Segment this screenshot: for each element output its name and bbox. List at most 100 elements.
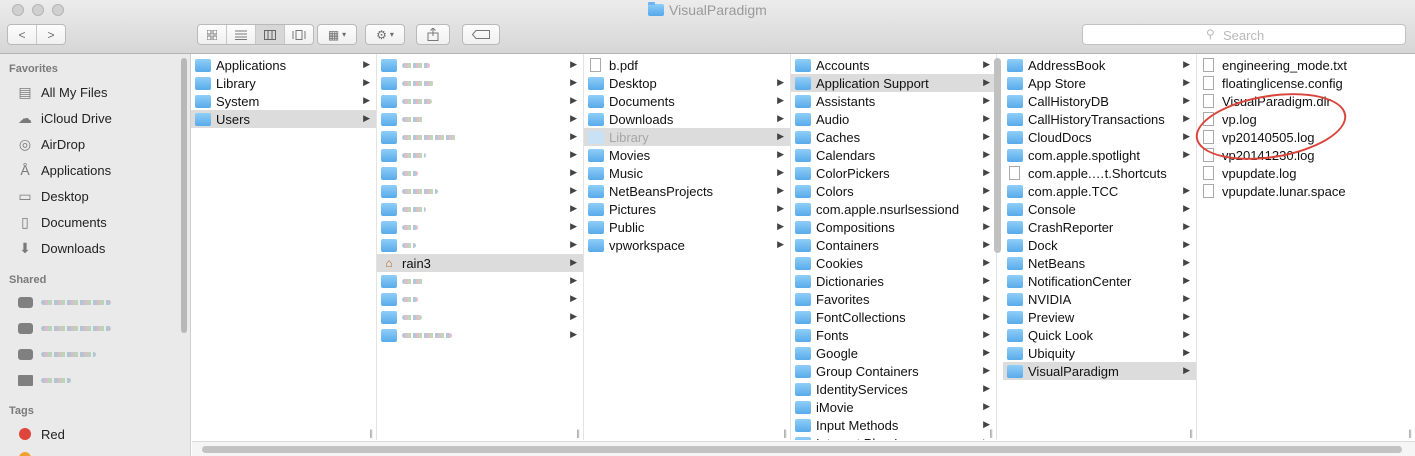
search-field[interactable]: ⚲ Search (1082, 24, 1406, 45)
list-item[interactable]: Application Support ▶ (791, 74, 996, 92)
list-item[interactable]: CloudDocs ▶ (1003, 128, 1196, 146)
list-item[interactable]: vpupdate.lunar.space (1197, 182, 1415, 200)
column-resize-handle[interactable]: || (576, 428, 580, 438)
column-resize-handle[interactable]: || (1189, 428, 1193, 438)
list-item[interactable]: Pictures ▶ (584, 200, 790, 218)
list-item[interactable]: ▶ (377, 164, 583, 182)
list-item[interactable]: com.apple.TCC ▶ (1003, 182, 1196, 200)
list-item[interactable]: iMovie ▶ (791, 398, 996, 416)
list-item[interactable]: Accounts ▶ (791, 56, 996, 74)
list-item[interactable]: Internet Plug-Ins▶ (791, 434, 996, 440)
list-item[interactable]: NotificationCenter ▶ (1003, 272, 1196, 290)
list-item[interactable]: Quick Look ▶ (1003, 326, 1196, 344)
list-item[interactable]: IdentityServices ▶ (791, 380, 996, 398)
list-item[interactable]: Library ▶ (191, 74, 376, 92)
list-item[interactable]: Group Containers ▶ (791, 362, 996, 380)
list-item[interactable]: NetBeans ▶ (1003, 254, 1196, 272)
list-item[interactable]: Containers ▶ (791, 236, 996, 254)
share-button[interactable] (416, 24, 450, 45)
list-item[interactable]: Favorites ▶ (791, 290, 996, 308)
list-item[interactable]: ▶ (377, 308, 583, 326)
list-item[interactable]: Console ▶ (1003, 200, 1196, 218)
list-item[interactable]: Dock ▶ (1003, 236, 1196, 254)
sidebar-item-documents[interactable]: ▯ Documents (16, 210, 107, 234)
list-item[interactable]: com.apple.nsurlsessiond ▶ (791, 200, 996, 218)
list-item[interactable]: Preview ▶ (1003, 308, 1196, 326)
arrange-button[interactable]: ▦ ▾ (317, 24, 357, 45)
list-item[interactable]: ▶ (377, 200, 583, 218)
list-item[interactable]: Assistants ▶ (791, 92, 996, 110)
list-item[interactable]: Input Methods ▶ (791, 416, 996, 434)
list-item[interactable]: Compositions ▶ (791, 218, 996, 236)
list-item[interactable]: Colors ▶ (791, 182, 996, 200)
list-item[interactable]: ⌂ rain3 ▶ (377, 254, 583, 272)
list-item[interactable]: FontCollections ▶ (791, 308, 996, 326)
list-item[interactable]: ▶ (377, 110, 583, 128)
sidebar-shared-item[interactable] (16, 342, 96, 366)
library-column-scrollbar[interactable] (994, 58, 1001, 253)
list-item[interactable]: ▶ (377, 218, 583, 236)
list-item[interactable]: CrashReporter ▶ (1003, 218, 1196, 236)
list-item[interactable]: b.pdf (584, 56, 790, 74)
list-item[interactable]: ▶ (377, 236, 583, 254)
list-item[interactable]: Downloads ▶ (584, 110, 790, 128)
sidebar-item-desktop[interactable]: ▭ Desktop (16, 184, 88, 208)
list-item[interactable]: ▶ (377, 272, 583, 290)
list-item[interactable]: Google ▶ (791, 344, 996, 362)
list-item[interactable]: NVIDIA ▶ (1003, 290, 1196, 308)
column-view-button[interactable] (256, 25, 285, 44)
sidebar-shared-item[interactable] (16, 368, 71, 392)
list-item[interactable]: Desktop ▶ (584, 74, 790, 92)
sidebar-item-all-my-files[interactable]: ▤ All My Files (16, 80, 107, 104)
list-item[interactable]: CallHistoryTransactions ▶ (1003, 110, 1196, 128)
list-item[interactable]: ▶ (377, 128, 583, 146)
sidebar-item-airdrop[interactable]: ◎ AirDrop (16, 132, 85, 156)
column-resize-handle[interactable]: || (989, 428, 993, 438)
sidebar-scrollbar[interactable] (181, 58, 187, 333)
list-item[interactable]: ▶ (377, 146, 583, 164)
list-item[interactable]: ▶ (377, 92, 583, 110)
list-item[interactable]: Public ▶ (584, 218, 790, 236)
list-item[interactable]: com.apple.spotlight ▶ (1003, 146, 1196, 164)
horizontal-scrollbar[interactable] (192, 441, 1415, 456)
list-item[interactable]: Calendars ▶ (791, 146, 996, 164)
column-resize-handle[interactable]: || (783, 428, 787, 438)
sidebar-item-downloads[interactable]: ⬇ Downloads (16, 236, 105, 260)
list-item[interactable]: Caches ▶ (791, 128, 996, 146)
back-button[interactable]: < (8, 25, 37, 44)
list-item[interactable]: floatinglicense.config (1197, 74, 1415, 92)
cover-flow-view-button[interactable] (285, 25, 313, 44)
list-item[interactable]: ▶ (377, 74, 583, 92)
list-item[interactable]: Applications ▶ (191, 56, 376, 74)
list-item[interactable]: Audio ▶ (791, 110, 996, 128)
sidebar-shared-item[interactable] (16, 316, 111, 340)
zoom-window-button[interactable] (52, 4, 64, 16)
list-item[interactable]: ▶ (377, 182, 583, 200)
sidebar-tag-red[interactable]: Red (16, 422, 65, 446)
column-resize-handle[interactable]: || (1408, 428, 1412, 438)
list-item[interactable]: App Store ▶ (1003, 74, 1196, 92)
list-item[interactable]: System ▶ (191, 92, 376, 110)
list-item[interactable]: VisualParadigm ▶ (1003, 362, 1196, 380)
list-item[interactable]: NetBeansProjects ▶ (584, 182, 790, 200)
action-button[interactable]: ⚙ ▾ (365, 24, 405, 45)
list-item[interactable]: Dictionaries ▶ (791, 272, 996, 290)
list-view-button[interactable] (227, 25, 256, 44)
edit-tags-button[interactable] (462, 24, 500, 45)
sidebar-item-icloud-drive[interactable]: ☁ iCloud Drive (16, 106, 112, 130)
list-item[interactable]: Library ▶ (584, 128, 790, 146)
forward-button[interactable]: > (37, 25, 65, 44)
list-item[interactable]: ▶ (377, 290, 583, 308)
close-window-button[interactable] (12, 4, 24, 16)
column-resize-handle[interactable]: || (369, 428, 373, 438)
list-item[interactable]: ▶ (377, 326, 583, 344)
sidebar-tag-orange[interactable] (16, 446, 34, 456)
list-item[interactable]: Cookies ▶ (791, 254, 996, 272)
list-item[interactable]: Documents ▶ (584, 92, 790, 110)
list-item[interactable]: Fonts ▶ (791, 326, 996, 344)
sidebar-shared-item[interactable] (16, 290, 111, 314)
list-item[interactable]: Movies ▶ (584, 146, 790, 164)
horizontal-scrollbar-thumb[interactable] (202, 446, 1402, 453)
list-item[interactable]: AddressBook ▶ (1003, 56, 1196, 74)
list-item[interactable]: ▶ (377, 56, 583, 74)
